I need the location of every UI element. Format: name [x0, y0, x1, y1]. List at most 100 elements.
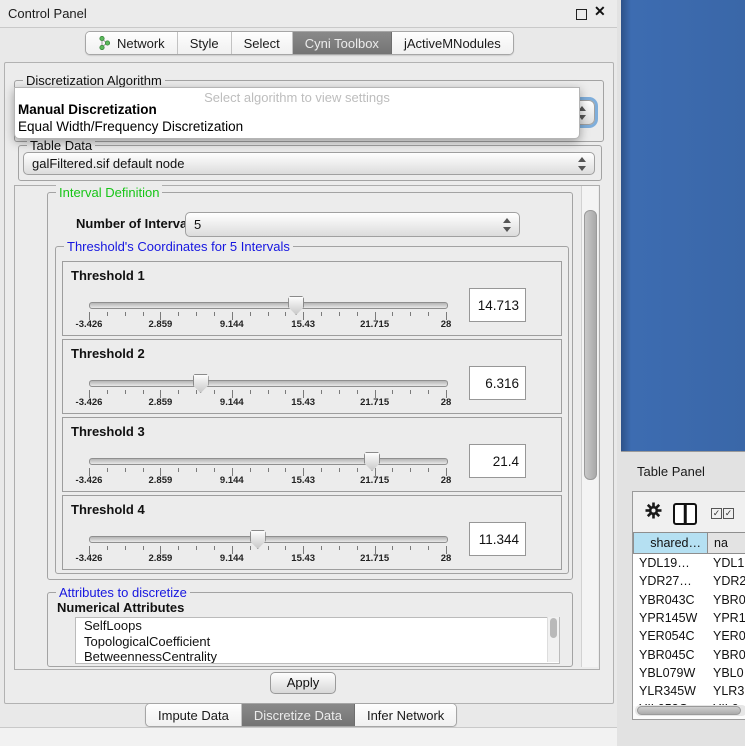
bottom-tab-impute-data[interactable]: Impute Data: [146, 704, 242, 726]
threshold-card: Threshold 4-3.4262.8599.14415.4321.71528…: [62, 495, 562, 570]
tick-label: 15.43: [291, 319, 315, 330]
column-header-name[interactable]: na: [707, 532, 745, 554]
table-body: YDL19…YDL1YDR27…YDR2YBR043CYBR0YPR145WYP…: [633, 554, 745, 706]
tick-label: 15.43: [291, 553, 315, 564]
attributes-group-label: Attributes to discretize: [56, 585, 190, 600]
table-data-value: galFiltered.sif default node: [32, 156, 184, 171]
checkbox-icon[interactable]: ✓: [711, 508, 722, 519]
bottom-tab-label: Impute Data: [158, 708, 229, 723]
network-view-frame: GAL80GACGAL11GAL4GCY1HHAP2: [621, 0, 745, 451]
bottom-tab-discretize-data[interactable]: Discretize Data: [242, 704, 355, 726]
attribute-item[interactable]: SelfLoops: [76, 618, 559, 634]
tab-network[interactable]: Network: [86, 32, 178, 54]
table-row[interactable]: YBR043CYBR0: [633, 591, 745, 609]
table-row[interactable]: YDL19… YDL1: [633, 554, 745, 572]
tick-label: 2.859: [149, 475, 173, 486]
float-window-icon[interactable]: [576, 9, 587, 20]
num-intervals-label: Number of Intervals: [76, 216, 198, 231]
table-row[interactable]: YBL079W YBL0: [633, 664, 745, 682]
cell-shared-name: YDL19…: [639, 554, 705, 572]
cell-shared-name: YBR045C: [639, 646, 705, 664]
gear-icon[interactable]: [645, 502, 662, 519]
scrollbar-thumb[interactable]: [584, 210, 597, 480]
cell-shared-name: YDR27…: [639, 572, 705, 590]
threshold-label: Threshold 1: [71, 268, 145, 283]
tab-label: Cyni Toolbox: [305, 36, 379, 51]
tick-label: 28: [441, 553, 452, 564]
combo-arrows-icon: [503, 213, 512, 236]
tick-label: -3.426: [76, 475, 103, 486]
tab-cyni-toolbox[interactable]: Cyni Toolbox: [293, 32, 392, 54]
table-row[interactable]: YDR27…YDR2: [633, 572, 745, 590]
tick-label: 2.859: [149, 319, 173, 330]
tab-select[interactable]: Select: [232, 32, 293, 54]
table-row[interactable]: YPR145W YPR1: [633, 609, 745, 627]
attribute-item[interactable]: BetweennessCentrality: [76, 649, 559, 664]
numerical-attributes-list[interactable]: SelfLoopsTopologicalCoefficientBetweenne…: [75, 617, 560, 664]
cell-shared-name: YER054C: [639, 627, 705, 645]
threshold-value-field[interactable]: 21.4: [469, 444, 526, 478]
tick-label: 21.715: [360, 319, 389, 330]
bottom-tab-infer-network[interactable]: Infer Network: [355, 704, 456, 726]
threshold-label: Threshold 2: [71, 346, 145, 361]
cell-shared-name: YBL079W: [639, 664, 705, 682]
table-data-combobox[interactable]: galFiltered.sif default node: [23, 152, 595, 175]
attributes-scrollbar[interactable]: [547, 617, 559, 662]
table-panel: Table Panel ✓ ✓ shared…: [621, 451, 745, 746]
scrollbar-thumb[interactable]: [550, 618, 557, 638]
scrollbar-thumb[interactable]: [637, 706, 741, 715]
cell-name: YBR0: [713, 646, 745, 664]
cell-shared-name: YLR345W: [639, 682, 705, 700]
split-columns-icon[interactable]: [673, 503, 697, 525]
tab-label: Style: [190, 36, 219, 51]
threshold-slider[interactable]: [89, 302, 448, 309]
column-header-shared-name[interactable]: shared…: [633, 532, 708, 554]
combo-arrows-icon: [578, 153, 587, 174]
close-icon[interactable]: ✕: [594, 3, 606, 20]
tick-label: 28: [441, 397, 452, 408]
threshold-card: Threshold 1-3.4262.8599.14415.4321.71528…: [62, 261, 562, 336]
threshold-value-field[interactable]: 6.316: [469, 366, 526, 400]
tick-label: 21.715: [360, 397, 389, 408]
algorithm-option[interactable]: Equal Width/Frequency Discretization: [18, 119, 243, 134]
table-header-row: shared… na: [633, 532, 745, 554]
slider-tick-labels: -3.4262.8599.14415.4321.71528: [89, 397, 446, 409]
cell-name: YER0: [713, 627, 745, 645]
threshold-card: Threshold 2-3.4262.8599.14415.4321.71528…: [62, 339, 562, 414]
slider-tick-labels: -3.4262.8599.14415.4321.71528: [89, 475, 446, 487]
threshold-slider[interactable]: [89, 458, 448, 465]
threshold-value-field[interactable]: 11.344: [469, 522, 526, 556]
tick-label: 21.715: [360, 475, 389, 486]
slider-tick-labels: -3.4262.8599.14415.4321.71528: [89, 319, 446, 331]
tick-label: -3.426: [76, 553, 103, 564]
tab-label: jActiveMNodules: [404, 36, 501, 51]
threshold-slider[interactable]: [89, 536, 448, 543]
tick-label: 9.144: [220, 397, 244, 408]
tick-label: 28: [441, 475, 452, 486]
threshold-value-field[interactable]: 14.713: [469, 288, 526, 322]
algorithm-option[interactable]: Manual Discretization: [18, 102, 157, 117]
tick-label: 21.715: [360, 553, 389, 564]
tab-style[interactable]: Style: [178, 32, 232, 54]
table-row[interactable]: YBR045C YBR0: [633, 646, 745, 664]
apply-button[interactable]: Apply: [270, 672, 336, 694]
network-icon: [98, 36, 111, 50]
cell-name: YBL0: [713, 664, 745, 682]
panel-title: Control Panel: [8, 6, 87, 21]
thresholds-group-label: Threshold's Coordinates for 5 Intervals: [64, 239, 293, 254]
tab-jactivemnodules[interactable]: jActiveMNodules: [392, 32, 513, 54]
control-panel: Control Panel ✕ Network Style Select Cyni T…: [0, 0, 617, 745]
num-intervals-combobox[interactable]: 5: [185, 212, 520, 237]
checkbox-icon[interactable]: ✓: [723, 508, 734, 519]
cell-name: YPR1: [713, 609, 745, 627]
vertical-scrollbar[interactable]: [581, 186, 598, 667]
table-row[interactable]: YER054C YER0: [633, 627, 745, 645]
cell-shared-name: YPR145W: [639, 609, 705, 627]
algorithm-dropdown-popup: Select algorithm to view settings Manual…: [14, 87, 580, 139]
table-row[interactable]: YLR345WYLR3: [633, 682, 745, 700]
threshold-slider[interactable]: [89, 380, 448, 387]
cell-name: YDL1: [713, 554, 745, 572]
attribute-item[interactable]: TopologicalCoefficient: [76, 634, 559, 650]
horizontal-scrollbar[interactable]: [635, 705, 745, 716]
tick-label: 2.859: [149, 397, 173, 408]
